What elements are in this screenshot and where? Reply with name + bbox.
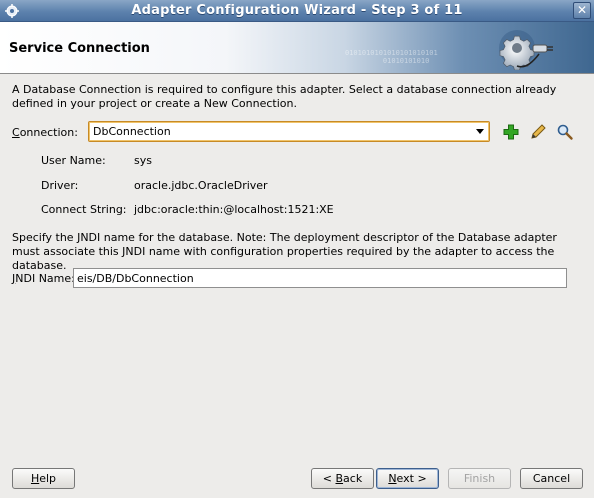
jndi-name-input[interactable]: eis/DB/DbConnection [73,268,567,288]
wizard-header: Service Connection 010101010101010101010… [0,22,594,74]
connection-combobox[interactable]: DbConnection [88,121,490,142]
close-icon: ✕ [576,3,588,17]
page-title: Service Connection [9,41,150,56]
finish-button[interactable]: Finish [448,468,511,489]
jndi-name-value: eis/DB/DbConnection [77,272,194,285]
jndi-explanation-text: Specify the JNDI name for the database. … [12,231,557,272]
close-button[interactable]: ✕ [573,2,591,19]
next-button[interactable]: Next > [376,468,439,489]
search-magnifier-icon[interactable] [556,123,574,141]
add-icon[interactable] [502,123,520,141]
connect-string-label: Connect String: [41,203,127,216]
user-name-value: sys [134,154,152,167]
connect-string-value: jdbc:oracle:thin:@localhost:1521:XE [134,203,334,216]
cancel-button[interactable]: Cancel [520,468,583,489]
edit-pencil-icon[interactable] [529,123,547,141]
driver-label: Driver: [41,179,79,192]
driver-value: oracle.jdbc.OracleDriver [134,179,268,192]
window-titlebar: Adapter Configuration Wizard - Step 3 of… [0,0,594,22]
help-button[interactable]: Help [12,468,75,489]
jndi-name-label: JNDI Name: [12,272,75,285]
user-name-label: User Name: [41,154,106,167]
header-decoration-binary: 0101010101010101010101 01010101010 [345,49,438,65]
back-button[interactable]: < Back [311,468,374,489]
gear-plug-icon [499,30,553,70]
chevron-down-icon[interactable] [476,129,484,134]
window-title: Adapter Configuration Wizard - Step 3 of… [131,3,463,18]
connection-label: Connection: [12,126,78,139]
connection-selected-value: DbConnection [93,125,171,138]
intro-text: A Database Connection is required to con… [12,83,557,110]
